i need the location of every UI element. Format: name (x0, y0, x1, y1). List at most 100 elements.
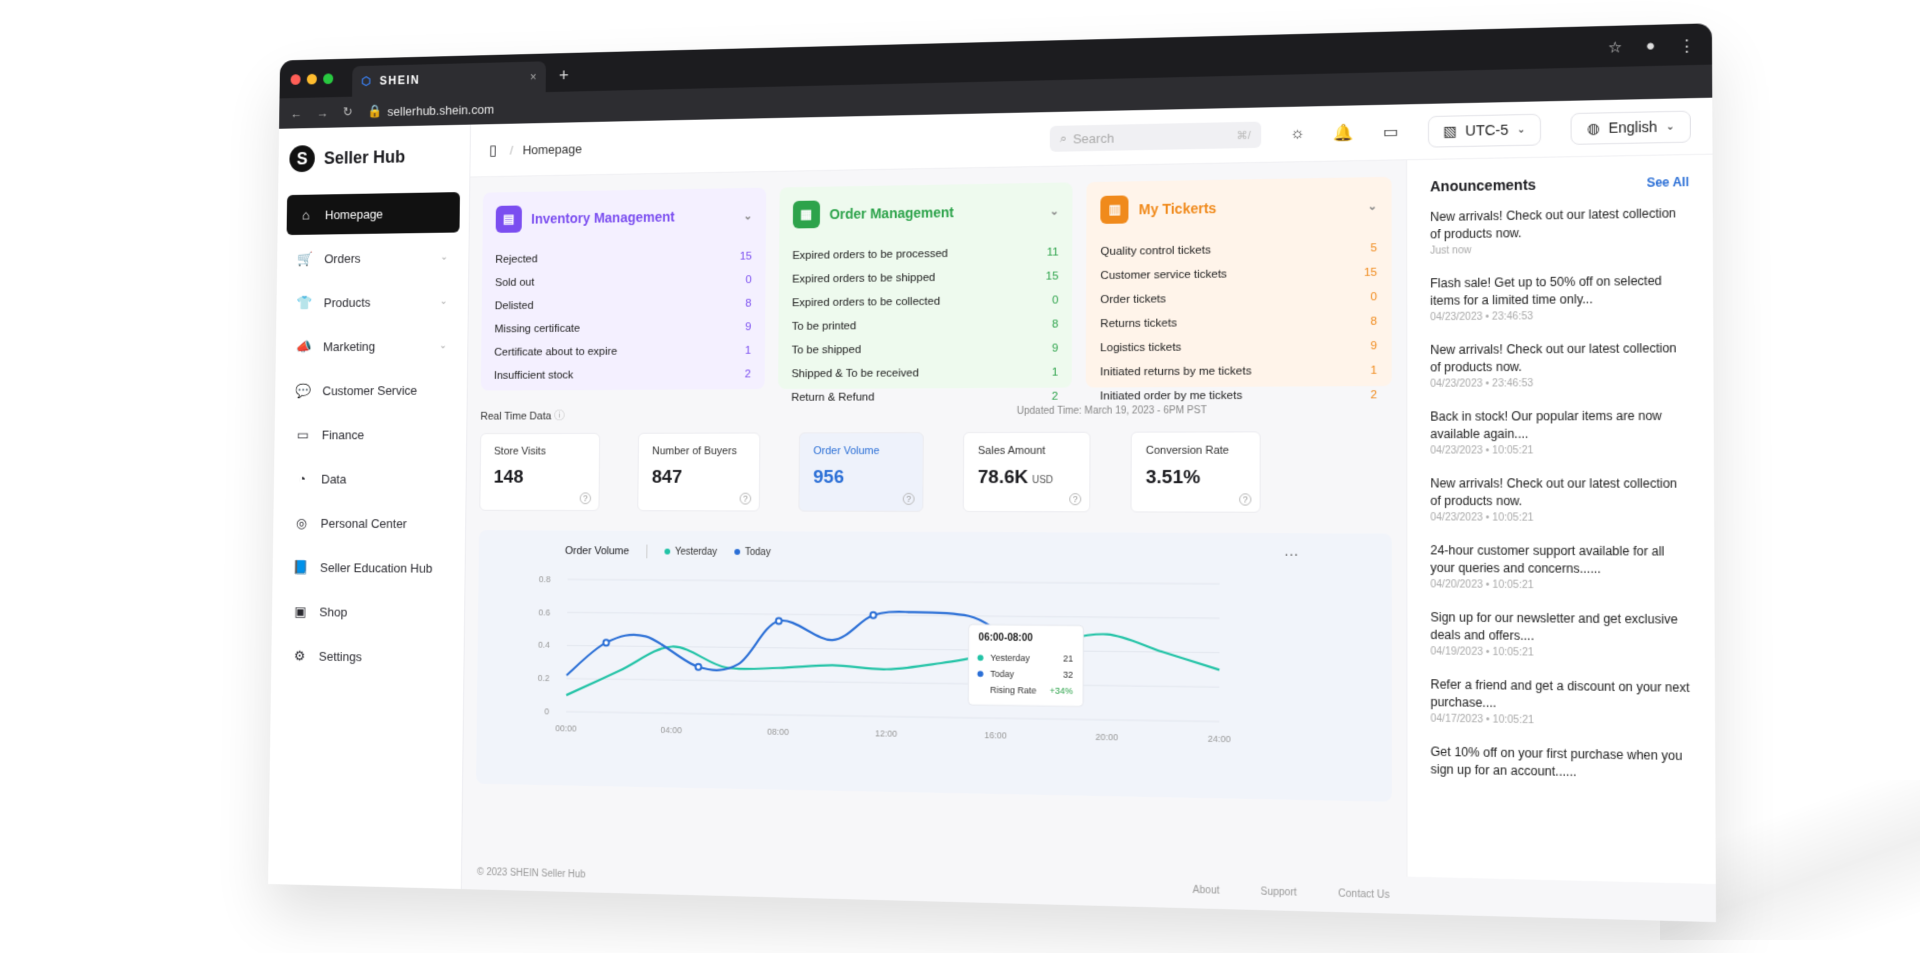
profile-icon[interactable]: ● (1646, 37, 1656, 56)
announcement-item[interactable]: New arrivals! Check out our latest colle… (1430, 475, 1690, 524)
announcement-item[interactable]: New arrivals! Check out our latest colle… (1430, 340, 1690, 390)
card-row[interactable]: Delisted 8 (495, 292, 752, 318)
notification-bell-icon[interactable]: 🔔 (1333, 123, 1354, 144)
card-header[interactable]: ▦ Order Management ⌄ (792, 197, 1059, 229)
card-row[interactable]: Shipped & To be received 1 (791, 361, 1058, 386)
summary-cards: ▤ Inventory Management ⌄ Rejected 15 Sold out… (480, 176, 1392, 404)
footer-link-support[interactable]: Support (1261, 886, 1297, 898)
card-row[interactable]: To be shipped 9 (791, 337, 1059, 363)
maximize-window-button[interactable] (323, 73, 334, 85)
help-icon[interactable]: ? (1239, 493, 1252, 506)
card-row-label: Expired orders to be shipped (792, 271, 936, 286)
announcement-item[interactable]: Refer a friend and get a discount on you… (1430, 676, 1691, 729)
layout-panel-icon[interactable]: ▭ (1383, 122, 1399, 143)
see-all-link[interactable]: See All (1647, 175, 1689, 190)
sidebar-item-homepage[interactable]: ⌂ Homepage (286, 192, 460, 236)
sidebar-item-orders[interactable]: 🛒 Orders ⌄ (286, 236, 460, 279)
search-input[interactable]: ⌕ Search ⌘/ (1049, 121, 1262, 152)
data-point (776, 618, 782, 624)
card-row[interactable]: Returns tickets 8 (1100, 309, 1377, 336)
timezone-select[interactable]: ▧ UTC-5 ⌄ (1427, 113, 1542, 148)
stat-label: Order Volume (813, 445, 880, 458)
bookmark-star-icon[interactable]: ☆ (1608, 38, 1622, 57)
card-row[interactable]: To be printed 8 (792, 313, 1059, 339)
card-row[interactable]: Expired orders to be shipped 15 (792, 264, 1059, 291)
card-header[interactable]: ▤ Inventory Management ⌄ (495, 202, 753, 233)
announcement-item[interactable]: Flash sale! Get up to 50% off on selecte… (1430, 272, 1689, 324)
close-window-button[interactable] (290, 74, 301, 85)
footer-link-contact[interactable]: Contact Us (1338, 888, 1390, 901)
card-row[interactable]: Order tickets 0 (1100, 285, 1377, 312)
card-row[interactable]: Expired orders to be processed 11 (792, 241, 1058, 268)
copyright: © 2023 SHEIN Seller Hub (476, 866, 586, 880)
stat-store-visits[interactable]: Store Visits 148? (479, 432, 601, 512)
card-row[interactable]: Expired orders to be collected 0 (792, 288, 1059, 315)
help-icon[interactable]: ? (579, 492, 592, 505)
stat-conversion-rate[interactable]: Conversion Rate 3.51%? (1130, 431, 1261, 513)
url-text: sellerhub.shein.com (387, 101, 495, 119)
sidebar-item-customer-service[interactable]: 💬 Customer Service (284, 369, 458, 410)
store-icon: ▣ (294, 603, 307, 619)
browser-tab[interactable]: ⬡ SHEIN × (352, 61, 546, 97)
new-tab-button[interactable]: + (559, 66, 569, 87)
announcement-item[interactable]: Get 10% off on your first purchase when … (1430, 743, 1691, 783)
minimize-window-button[interactable] (306, 73, 317, 85)
browser-menu-icon[interactable]: ⋮ (1679, 36, 1695, 55)
announcement-item[interactable]: Sign up for our newsletter and get exclu… (1430, 609, 1691, 660)
card-row[interactable]: Logistics tickets 9 (1100, 334, 1377, 360)
card-row[interactable]: Insufficient stock 2 (494, 363, 751, 388)
tab-close-icon[interactable]: × (530, 70, 537, 84)
sidebar-item-marketing[interactable]: 📣 Marketing ⌄ (285, 325, 459, 367)
back-icon[interactable]: ← (290, 106, 302, 121)
url-field[interactable]: 🔒 sellerhub.shein.com (367, 101, 494, 119)
sidebar-toggle-icon[interactable]: ▯ (489, 141, 497, 159)
chevron-down-icon[interactable]: ⌄ (1368, 199, 1378, 212)
sidebar-item-products[interactable]: 👕 Products ⌄ (285, 281, 459, 323)
card-row[interactable]: Quality control tickets 5 (1101, 236, 1378, 264)
lock-icon: 🔒 (367, 103, 383, 119)
sidebar-item-finance[interactable]: ▭ Finance (283, 414, 457, 455)
announcement-message: New arrivals! Check out our latest colle… (1430, 206, 1677, 242)
help-icon[interactable]: ? (902, 492, 915, 505)
sidebar-item-seller-education-hub[interactable]: 📘 Seller Education Hub (281, 547, 455, 589)
breadcrumb-current[interactable]: Homepage (522, 141, 582, 157)
stat-sales-amount[interactable]: Sales Amount 78.6K USD? (962, 431, 1091, 513)
announcement-item[interactable]: Back in stock! Our popular items are now… (1430, 407, 1690, 457)
theme-sun-icon[interactable]: ☼ (1290, 125, 1305, 143)
info-icon[interactable]: ⓘ (554, 411, 564, 423)
card-row-label: Shipped & To be received (791, 367, 919, 381)
y-gridline (566, 679, 1219, 688)
help-icon[interactable]: ? (1069, 493, 1082, 506)
stat-value: 956 (813, 467, 909, 489)
forward-icon[interactable]: → (316, 105, 328, 120)
card-row[interactable]: Sold out 0 (495, 268, 752, 294)
stat-order-volume[interactable]: Order Volume 956? (798, 432, 924, 512)
language-select[interactable]: ◍ English ⌄ (1571, 110, 1691, 145)
sidebar-item-data[interactable]: ◔ Data (283, 458, 457, 499)
brand[interactable]: S Seller Hub (287, 138, 460, 195)
sidebar-item-personal-center[interactable]: ◎ Personal Center (282, 503, 456, 544)
chevron-down-icon: ⌄ (440, 251, 449, 263)
reload-icon[interactable]: ↻ (343, 104, 353, 119)
announcement-item[interactable]: New arrivals! Check out our latest colle… (1430, 205, 1689, 257)
sidebar-item-settings[interactable]: ⚙ Settings (280, 635, 454, 678)
card-title: Inventory Management (531, 208, 675, 227)
card-row[interactable]: Rejected 15 (495, 245, 752, 272)
announcements-panel: Anouncements See All New arrivals! Check… (1406, 154, 1716, 885)
stat-number: 956 (813, 467, 845, 488)
announcement-item[interactable]: 24-hour customer support available for a… (1430, 542, 1690, 592)
footer-link-about[interactable]: About (1193, 884, 1220, 896)
card-row[interactable]: Customer service tickets 15 (1100, 261, 1377, 289)
card-row[interactable]: Missing certificate 9 (494, 315, 751, 341)
chat-icon: 💬 (295, 382, 312, 398)
announcement-time: 04/19/2023 • 10:05:21 (1430, 646, 1534, 659)
tooltip-label: Rising Rate (990, 685, 1037, 696)
card-row[interactable]: Initiated returns by me tickets 1 (1100, 358, 1377, 384)
card-row[interactable]: Certificate about to expire 1 (494, 339, 751, 364)
help-icon[interactable]: ? (739, 492, 752, 505)
chevron-down-icon[interactable]: ⌄ (1050, 204, 1059, 217)
chevron-down-icon[interactable]: ⌄ (743, 209, 752, 222)
card-header[interactable]: ▥ My Tickerts ⌄ (1100, 191, 1378, 224)
stat-number-of-buyers[interactable]: Number of Buyers 847? (637, 432, 761, 512)
sidebar-item-shop[interactable]: ▣ Shop (281, 591, 455, 633)
